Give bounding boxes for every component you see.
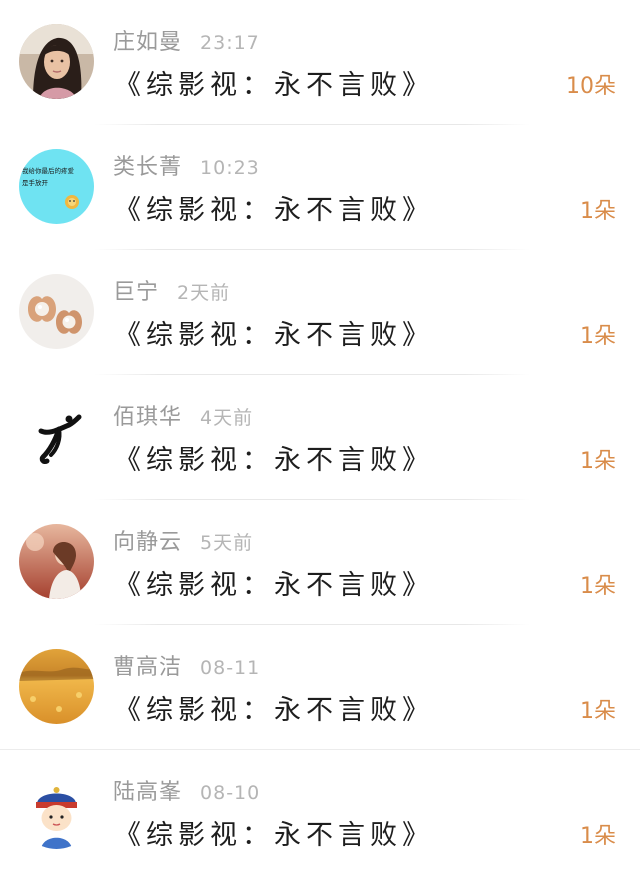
user-meta: 庄如曼 23:17 xyxy=(113,24,260,56)
user-meta: 向静云 5天前 xyxy=(113,524,253,556)
autumn-girl-avatar[interactable] xyxy=(19,524,94,599)
timestamp: 08-11 xyxy=(200,657,261,679)
list-item[interactable]: 佰琪华 4天前 《综影视：永不言败》 1朵 xyxy=(0,375,640,500)
flower-count: 1朵 xyxy=(580,824,616,849)
user-meta: 佰琪华 4天前 xyxy=(113,399,253,431)
user-meta: 巨宁 2天前 xyxy=(113,274,230,306)
flower-count: 1朵 xyxy=(580,699,616,724)
user-name: 佰琪华 xyxy=(113,405,183,430)
list-item[interactable]: 陆高峯 08-10 《综影视：永不言败》 1朵 xyxy=(0,750,640,873)
list-item[interactable]: 曹高洁 08-11 《综影视：永不言败》 1朵 xyxy=(0,625,640,750)
flower-count: 1朵 xyxy=(580,574,616,599)
timestamp: 23:17 xyxy=(200,32,260,54)
book-title[interactable]: 《综影视：永不言败》 xyxy=(114,63,434,102)
list-item[interactable]: 巨宁 2天前 《综影视：永不言败》 1朵 xyxy=(0,250,640,375)
reward-list: 庄如曼 23:17 《综影视：永不言败》 10朵 我给你最后的疼爱 是手放开 类长… xyxy=(0,0,640,873)
user-name: 陆高峯 xyxy=(113,780,183,805)
user-name: 类长菁 xyxy=(113,155,183,180)
timestamp: 08-10 xyxy=(200,782,261,804)
flower-count: 1朵 xyxy=(580,324,616,349)
list-item[interactable]: 向静云 5天前 《综影视：永不言败》 1朵 xyxy=(0,500,640,625)
book-title[interactable]: 《综影视：永不言败》 xyxy=(114,813,434,852)
book-title[interactable]: 《综影视：永不言败》 xyxy=(114,563,434,602)
avatar-text-line2: 是手放开 xyxy=(22,178,49,187)
timestamp: 4天前 xyxy=(200,407,254,429)
list-item[interactable]: 我给你最后的疼爱 是手放开 类长菁 10:23 《综影视：永不言败》 1朵 xyxy=(0,125,640,250)
book-title[interactable]: 《综影视：永不言败》 xyxy=(114,188,434,227)
woman-portrait-avatar[interactable] xyxy=(19,24,94,99)
flower-count: 10朵 xyxy=(566,74,616,99)
book-title[interactable]: 《综影视：永不言败》 xyxy=(114,688,434,727)
dancer-logo-avatar[interactable] xyxy=(19,399,94,474)
autumn-leaves-avatar[interactable] xyxy=(19,649,94,724)
user-meta: 类长菁 10:23 xyxy=(113,149,260,181)
user-meta: 陆高峯 08-10 xyxy=(113,774,260,806)
flower-count: 1朵 xyxy=(580,199,616,224)
list-item[interactable]: 庄如曼 23:17 《综影视：永不言败》 10朵 xyxy=(0,0,640,125)
timestamp: 10:23 xyxy=(200,157,260,179)
user-meta: 曹高洁 08-11 xyxy=(113,649,260,681)
book-title[interactable]: 《综影视：永不言败》 xyxy=(114,313,434,352)
avatar-text-line1: 我给你最后的疼爱 xyxy=(22,166,75,175)
cyan-text-avatar[interactable]: 我给你最后的疼爱 是手放开 xyxy=(19,149,94,224)
user-name: 曹高洁 xyxy=(113,655,183,680)
user-name: 庄如曼 xyxy=(113,30,183,55)
user-name: 向静云 xyxy=(113,530,183,555)
timestamp: 5天前 xyxy=(200,532,254,554)
flower-count: 1朵 xyxy=(580,449,616,474)
book-title[interactable]: 《综影视：永不言败》 xyxy=(114,438,434,477)
pearl-earring-avatar[interactable] xyxy=(19,274,94,349)
cartoon-emperor-avatar[interactable] xyxy=(19,774,94,849)
user-name: 巨宁 xyxy=(113,280,160,305)
timestamp: 2天前 xyxy=(177,282,231,304)
